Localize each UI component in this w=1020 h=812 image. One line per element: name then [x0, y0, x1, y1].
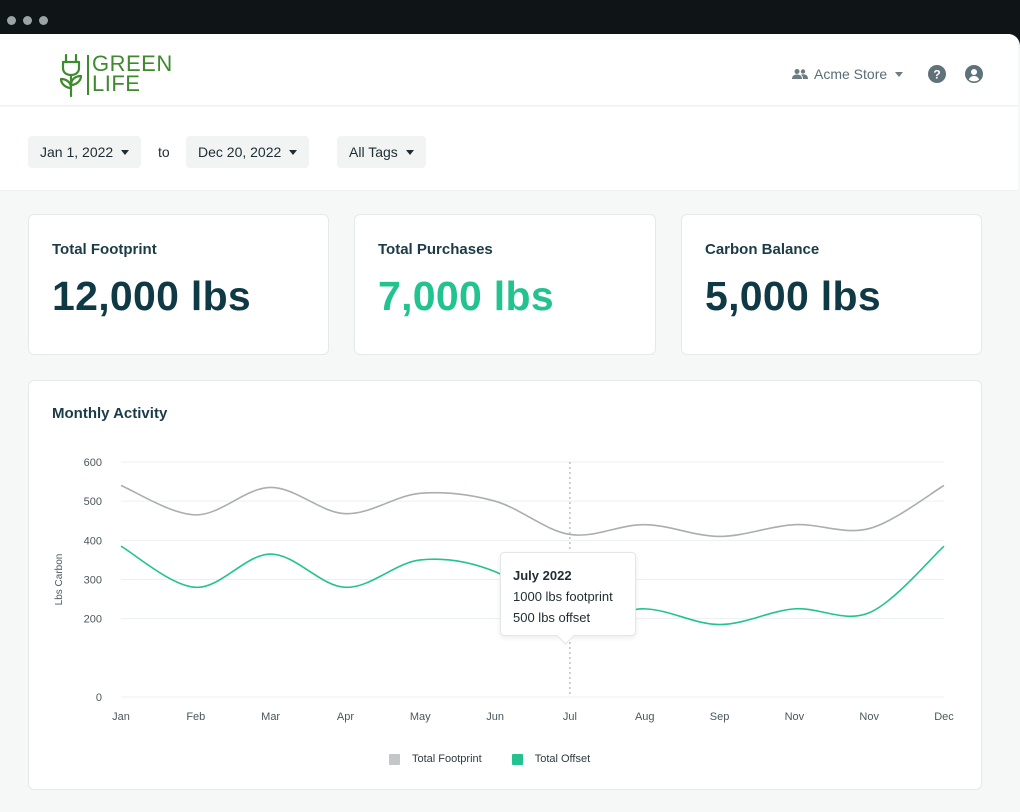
- chart-tooltip: July 2022 1000 lbs footprint 500 lbs off…: [500, 552, 636, 636]
- y-tick-label: 500: [84, 496, 102, 508]
- stat-value: 7,000 lbs: [378, 273, 554, 319]
- chevron-down-icon: [405, 149, 414, 155]
- legend-item-offset[interactable]: Total Offset: [511, 753, 591, 765]
- x-tick-label: Aug: [635, 711, 655, 723]
- x-tick-label: Mar: [261, 711, 280, 723]
- svg-text:?: ?: [933, 68, 940, 82]
- y-tick-label: 600: [84, 457, 102, 469]
- end-date-label: Dec 20, 2022: [198, 144, 282, 160]
- series-line-total-footprint: [120, 484, 945, 538]
- help-icon[interactable]: ?: [928, 65, 946, 83]
- y-tick-label: 200: [84, 614, 102, 626]
- x-tick-label: Feb: [186, 711, 205, 723]
- tags-label: All Tags: [349, 144, 398, 160]
- user-account-icon[interactable]: [965, 65, 983, 83]
- plug-leaf-icon: [59, 53, 83, 98]
- stat-label: Total Footprint: [52, 241, 157, 258]
- x-tick-label: Sep: [710, 711, 730, 723]
- stat-card-carbon-balance: Carbon Balance 5,000 lbs: [681, 214, 982, 355]
- chevron-down-icon: [121, 149, 130, 155]
- store-label: Acme Store: [814, 66, 888, 82]
- legend-item-footprint[interactable]: Total Footprint: [389, 753, 482, 765]
- start-date-label: Jan 1, 2022: [40, 144, 114, 160]
- chevron-down-icon: [289, 149, 298, 155]
- logo[interactable]: GREEN LIFE: [58, 52, 188, 98]
- window-dot-minimize[interactable]: [23, 16, 32, 25]
- end-date-dropdown[interactable]: Dec 20, 2022: [186, 136, 310, 168]
- top-header: GREEN LIFE Acme Store ?: [0, 34, 1018, 106]
- window-dot-maximize[interactable]: [39, 16, 48, 25]
- x-tick-label: Nov: [785, 711, 805, 723]
- x-tick-label: Nov: [859, 711, 879, 723]
- tags-dropdown[interactable]: All Tags: [337, 136, 426, 168]
- x-tick-label: Apr: [337, 711, 354, 723]
- logo-divider: [87, 55, 89, 95]
- legend-label: Total Footprint: [412, 753, 482, 765]
- chart-legend: Total Footprint Total Offset: [389, 753, 590, 765]
- app-window: GREEN LIFE Acme Store ? Jan 1, 2022 to D…: [0, 34, 1020, 812]
- stat-label: Carbon Balance: [705, 241, 820, 258]
- date-range-separator: to: [158, 144, 170, 160]
- legend-swatch: [389, 753, 400, 765]
- x-tick-label: May: [410, 711, 431, 723]
- chevron-down-icon: [895, 71, 904, 77]
- stat-value: 12,000 lbs: [52, 273, 252, 319]
- y-axis-label: Lbs Carbon: [54, 554, 65, 606]
- legend-label: Total Offset: [534, 753, 591, 765]
- monthly-activity-card: Monthly Activity 0 200 300 400 500 600 Jan Feb M…: [28, 380, 982, 790]
- tooltip-footprint: 1000 lbs footprint: [513, 589, 613, 604]
- start-date-dropdown[interactable]: Jan 1, 2022: [28, 136, 142, 168]
- y-tick-label: 400: [84, 535, 102, 547]
- stat-label: Total Purchases: [378, 241, 493, 258]
- x-tick-label: Jan: [112, 711, 130, 723]
- store-selector[interactable]: Acme Store: [792, 64, 904, 84]
- stat-card-total-footprint: Total Footprint 12,000 lbs: [28, 214, 329, 355]
- tooltip-offset: 500 lbs offset: [513, 610, 591, 625]
- x-tick-label: Jul: [563, 711, 577, 723]
- y-tick-label: 0: [96, 692, 102, 704]
- x-tick-label: Jun: [486, 711, 504, 723]
- x-tick-label: Dec: [934, 711, 954, 723]
- tooltip-title: July 2022: [513, 568, 572, 583]
- logo-wordmark: GREEN LIFE: [92, 51, 173, 96]
- users-icon: [792, 69, 808, 79]
- filter-bar: Jan 1, 2022 to Dec 20, 2022 All Tags: [0, 107, 1018, 191]
- stat-value: 5,000 lbs: [705, 273, 881, 319]
- y-tick-label: 300: [84, 575, 102, 587]
- window-dot-close[interactable]: [7, 16, 16, 25]
- legend-swatch: [511, 753, 523, 765]
- stat-card-total-purchases: Total Purchases 7,000 lbs: [354, 214, 656, 355]
